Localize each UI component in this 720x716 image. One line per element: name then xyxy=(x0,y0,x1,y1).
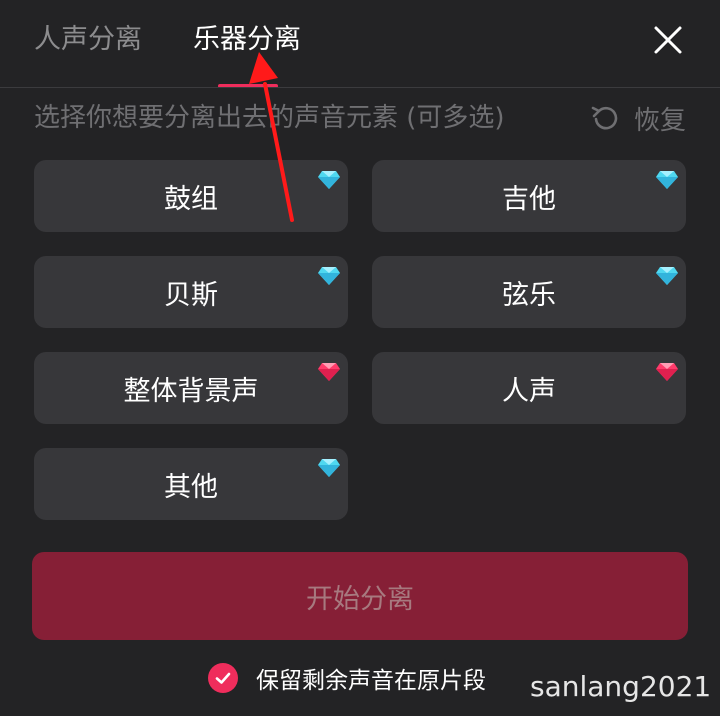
blue-diamond-icon xyxy=(656,171,678,189)
pink-diamond-icon xyxy=(318,363,340,381)
start-separation-button[interactable]: 开始分离 xyxy=(32,552,688,640)
checkbox-checked-icon[interactable] xyxy=(208,663,238,693)
pink-diamond-icon xyxy=(656,363,678,381)
option-other[interactable]: 其他 xyxy=(34,448,348,520)
option-label: 整体背景声 xyxy=(123,375,259,407)
tab-vocal-separation[interactable]: 人声分离 xyxy=(34,22,142,58)
watermark: sanlang2021 xyxy=(530,670,712,703)
header-divider xyxy=(0,87,720,88)
blue-diamond-icon xyxy=(318,171,340,189)
tab-instrument-separation[interactable]: 乐器分离 xyxy=(193,22,301,58)
close-button[interactable] xyxy=(648,20,688,60)
restore-label: 恢复 xyxy=(634,105,687,136)
option-bass[interactable]: 贝斯 xyxy=(34,256,348,328)
option-label: 弦乐 xyxy=(502,279,556,311)
option-drums[interactable]: 鼓组 xyxy=(34,160,348,232)
blue-diamond-icon xyxy=(656,267,678,285)
option-vocals[interactable]: 人声 xyxy=(372,352,686,424)
restore-button[interactable]: 恢复 xyxy=(590,99,686,137)
option-strings[interactable]: 弦乐 xyxy=(372,256,686,328)
instruction-text: 选择你想要分离出去的声音元素 (可多选) xyxy=(34,103,505,133)
keep-remaining-toggle[interactable]: 保留剩余声音在原片段 xyxy=(208,658,486,698)
start-separation-label: 开始分离 xyxy=(306,583,414,615)
close-icon xyxy=(654,26,682,54)
option-label: 吉他 xyxy=(502,183,556,215)
option-background-sound[interactable]: 整体背景声 xyxy=(34,352,348,424)
undo-icon xyxy=(591,106,618,130)
option-label: 其他 xyxy=(164,471,218,503)
option-label: 贝斯 xyxy=(164,279,218,311)
option-guitar[interactable]: 吉他 xyxy=(372,160,686,232)
blue-diamond-icon xyxy=(318,267,340,285)
option-label: 人声 xyxy=(502,375,556,407)
blue-diamond-icon xyxy=(318,459,340,477)
option-label: 鼓组 xyxy=(164,183,218,215)
checkmark-icon xyxy=(215,672,231,684)
keep-remaining-label: 保留剩余声音在原片段 xyxy=(256,668,486,694)
